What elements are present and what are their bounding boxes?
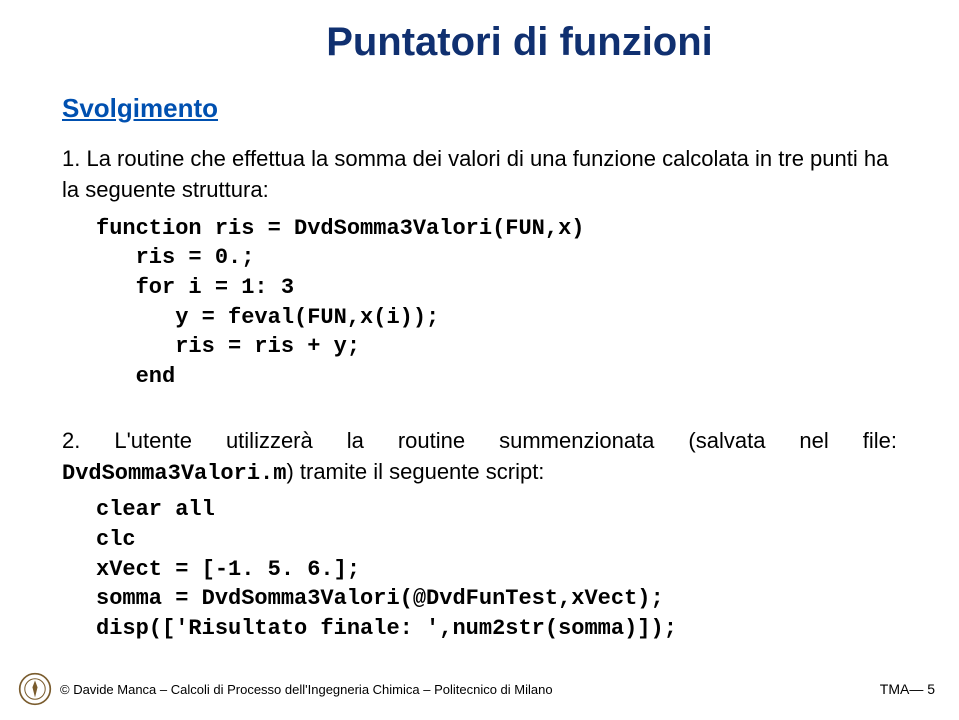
- footer: © Davide Manca – Calcoli di Processo del…: [18, 672, 935, 706]
- list-item-1: 1. La routine che effettua la somma dei …: [62, 144, 897, 206]
- footer-slide-number: TMA— 5: [880, 681, 935, 697]
- slide-title: Puntatori di funzioni: [142, 20, 897, 65]
- code-block-2: clear all clc xVect = [-1. 5. 6.]; somma…: [96, 495, 897, 643]
- item2-text-a: L'utente utilizzerà la routine summenzio…: [80, 428, 897, 453]
- item2-filename: DvdSomma3Valori.m: [62, 461, 286, 486]
- code2-line4: somma = DvdSomma3Valori(@DvdFunTest,xVec…: [96, 586, 664, 611]
- code-block-1: function ris = DvdSomma3Valori(FUN,x) ri…: [96, 214, 897, 392]
- list-item-2: 2. L'utente utilizzerà la routine summen…: [62, 426, 897, 490]
- section-heading: Svolgimento: [62, 93, 897, 124]
- code2-line1: clear all: [96, 497, 215, 522]
- code1-line2: ris = 0.;: [96, 245, 254, 270]
- code1-line1: function ris = DvdSomma3Valori(FUN,x): [96, 216, 584, 241]
- logo-icon: [18, 672, 52, 706]
- item2-num: 2.: [62, 428, 80, 453]
- item1-text: La routine che effettua la somma dei val…: [62, 146, 888, 202]
- code1-line5: ris = ris + y;: [96, 334, 360, 359]
- footer-copyright: © Davide Manca – Calcoli di Processo del…: [60, 682, 880, 697]
- code1-line3: for i = 1: 3: [96, 275, 294, 300]
- code1-line4: y = feval(FUN,x(i));: [96, 305, 439, 330]
- code1-line6: end: [96, 364, 175, 389]
- code2-line3: xVect = [-1. 5. 6.];: [96, 557, 360, 582]
- code2-line2: clc: [96, 527, 136, 552]
- item1-num: 1.: [62, 146, 80, 171]
- code2-line5: disp(['Risultato finale: ',num2str(somma…: [96, 616, 677, 641]
- item2-text-b: ) tramite il seguente script:: [286, 459, 544, 484]
